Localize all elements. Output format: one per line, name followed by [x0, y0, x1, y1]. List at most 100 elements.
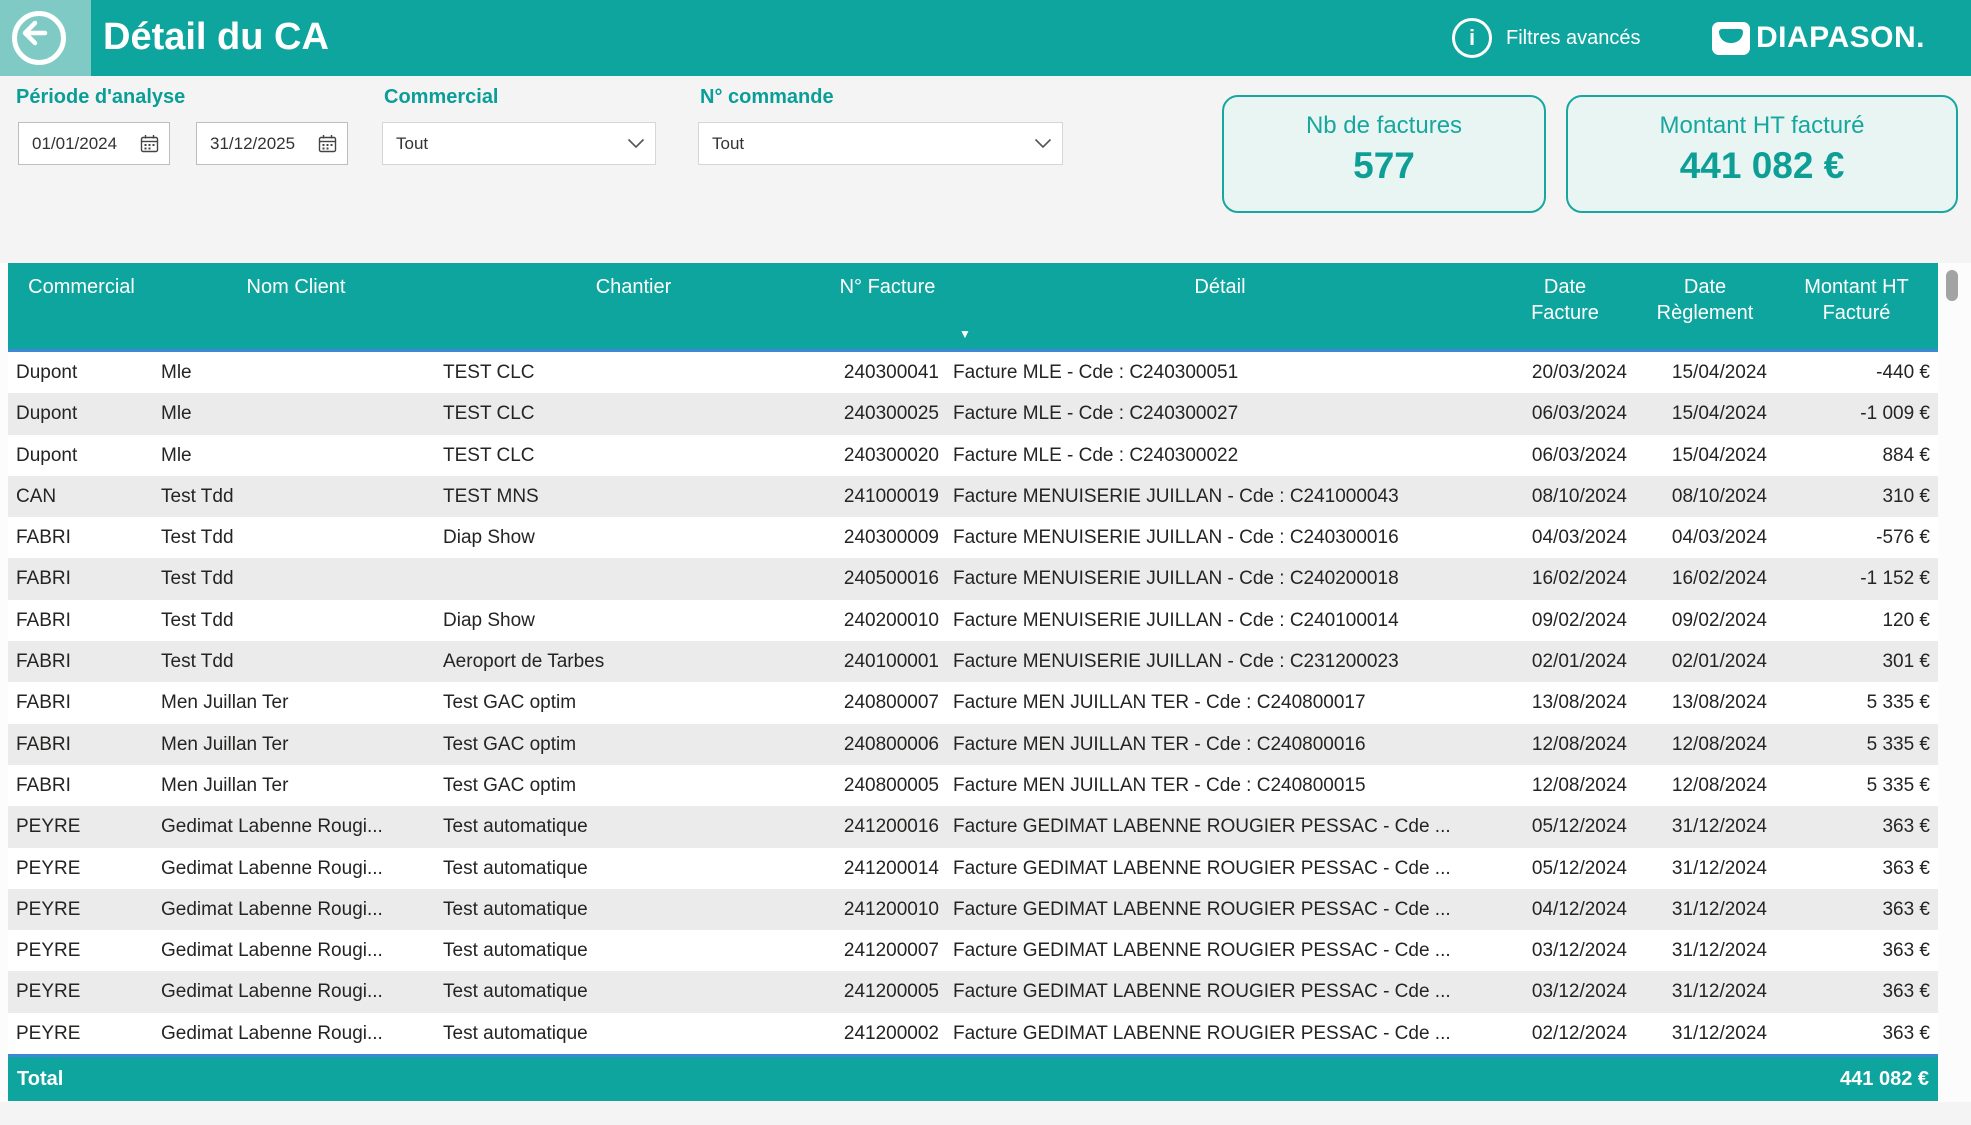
table-cell: Test automatique	[437, 1013, 830, 1054]
column-header-line1: Nom Client	[155, 274, 437, 300]
table-cell: 241200016	[830, 806, 945, 847]
table-cell: 20/03/2024	[1495, 352, 1635, 393]
table-cell: 31/12/2024	[1635, 1013, 1775, 1054]
date-to-input[interactable]: 31/12/2025	[196, 122, 348, 165]
chevron-down-icon	[1034, 138, 1052, 149]
table-cell: 03/12/2024	[1495, 971, 1635, 1012]
table-cell: Facture GEDIMAT LABENNE ROUGIER PESSAC -…	[945, 806, 1495, 847]
table-cell: 04/03/2024	[1635, 517, 1775, 558]
table-cell: FABRI	[8, 641, 155, 682]
back-button[interactable]	[0, 0, 91, 76]
table-cell: Gedimat Labenne Rougi...	[155, 971, 437, 1012]
table-cell: PEYRE	[8, 848, 155, 889]
kpi-value: 441 082 €	[1568, 145, 1956, 187]
table-cell: Diap Show	[437, 517, 830, 558]
commande-dropdown[interactable]: Tout	[698, 122, 1063, 165]
table-row[interactable]: FABRITest TddAeroport de Tarbes240100001…	[8, 641, 1938, 682]
table-row[interactable]: FABRITest TddDiap Show240200010Facture M…	[8, 600, 1938, 641]
date-from-input[interactable]: 01/01/2024	[18, 122, 170, 165]
column-header-line1: Montant HT	[1775, 274, 1938, 300]
column-header-line1: Date	[1635, 274, 1775, 300]
table-cell: 5 335 €	[1775, 765, 1938, 806]
table-cell: 363 €	[1775, 806, 1938, 847]
table-row[interactable]: FABRIMen Juillan TerTest GAC optim240800…	[8, 765, 1938, 806]
table-cell: 241200014	[830, 848, 945, 889]
table-cell: Facture GEDIMAT LABENNE ROUGIER PESSAC -…	[945, 848, 1495, 889]
table-scrollbar-thumb[interactable]	[1946, 270, 1958, 301]
table-row[interactable]: PEYREGedimat Labenne Rougi...Test automa…	[8, 806, 1938, 847]
column-header-line2: Facturé	[1775, 300, 1938, 326]
table-cell: 03/12/2024	[1495, 930, 1635, 971]
table-row[interactable]: PEYREGedimat Labenne Rougi...Test automa…	[8, 889, 1938, 930]
table-cell: 31/12/2024	[1635, 971, 1775, 1012]
table-cell: 240200010	[830, 600, 945, 641]
column-header[interactable]: DateFacture	[1495, 263, 1635, 349]
kpi-label: Nb de factures	[1224, 112, 1544, 140]
commercial-value: Tout	[396, 134, 428, 154]
table-row[interactable]: CANTest TddTEST MNS241000019Facture MENU…	[8, 476, 1938, 517]
table-row[interactable]: DupontMleTEST CLC240300041Facture MLE - …	[8, 352, 1938, 393]
table-cell: 120 €	[1775, 600, 1938, 641]
table-cell: Mle	[155, 352, 437, 393]
table-cell: -576 €	[1775, 517, 1938, 558]
column-header[interactable]: Détail	[945, 263, 1495, 349]
table-cell	[437, 558, 830, 599]
column-header[interactable]: N° Facture	[830, 263, 945, 349]
table-cell: 16/02/2024	[1495, 558, 1635, 599]
commercial-dropdown[interactable]: Tout	[382, 122, 656, 165]
table-cell: Facture GEDIMAT LABENNE ROUGIER PESSAC -…	[945, 971, 1495, 1012]
period-label: Période d'analyse	[16, 86, 185, 109]
table-cell: Test GAC optim	[437, 682, 830, 723]
table-row[interactable]: FABRITest TddDiap Show240300009Facture M…	[8, 517, 1938, 558]
table-cell: 240800007	[830, 682, 945, 723]
commande-value: Tout	[712, 134, 744, 154]
table-cell: 06/03/2024	[1495, 393, 1635, 434]
table-row[interactable]: DupontMleTEST CLC240300020Facture MLE - …	[8, 435, 1938, 476]
table-cell: 5 335 €	[1775, 682, 1938, 723]
table-cell: 04/03/2024	[1495, 517, 1635, 558]
advanced-filters-button[interactable]: i Filtres avancés	[1452, 0, 1641, 76]
table-cell: 02/01/2024	[1495, 641, 1635, 682]
table-cell: Facture MEN JUILLAN TER - Cde : C2408000…	[945, 724, 1495, 765]
table-row[interactable]: PEYREGedimat Labenne Rougi...Test automa…	[8, 971, 1938, 1012]
column-header[interactable]: Nom Client	[155, 263, 437, 349]
table-cell: 05/12/2024	[1495, 806, 1635, 847]
table-cell: Facture MEN JUILLAN TER - Cde : C2408000…	[945, 765, 1495, 806]
table-cell: 240300041	[830, 352, 945, 393]
column-header[interactable]: Chantier	[437, 263, 830, 349]
table-cell: PEYRE	[8, 930, 155, 971]
table-cell: 09/02/2024	[1495, 600, 1635, 641]
table-cell: Test automatique	[437, 806, 830, 847]
table-cell: FABRI	[8, 558, 155, 599]
table-cell: 09/02/2024	[1635, 600, 1775, 641]
table-cell: FABRI	[8, 724, 155, 765]
table-cell: 31/12/2024	[1635, 806, 1775, 847]
column-header[interactable]: Montant HTFacturé	[1775, 263, 1938, 349]
table-row[interactable]: FABRIMen Juillan TerTest GAC optim240800…	[8, 682, 1938, 723]
table-cell: FABRI	[8, 600, 155, 641]
table-cell: 15/04/2024	[1635, 352, 1775, 393]
table-cell: FABRI	[8, 765, 155, 806]
table-row[interactable]: PEYREGedimat Labenne Rougi...Test automa…	[8, 1013, 1938, 1054]
table-row[interactable]: FABRIMen Juillan TerTest GAC optim240800…	[8, 724, 1938, 765]
table-cell: Diap Show	[437, 600, 830, 641]
kpi-value: 577	[1224, 145, 1544, 187]
total-label: Total	[17, 1068, 63, 1091]
table-cell: 240100001	[830, 641, 945, 682]
column-header[interactable]: DateRèglement	[1635, 263, 1775, 349]
table-cell: Test automatique	[437, 930, 830, 971]
table-cell: Men Juillan Ter	[155, 765, 437, 806]
table-cell: 06/03/2024	[1495, 435, 1635, 476]
table-row[interactable]: PEYREGedimat Labenne Rougi...Test automa…	[8, 848, 1938, 889]
table-cell: 240500016	[830, 558, 945, 599]
sort-descending-icon[interactable]: ▼	[953, 327, 977, 341]
table-row[interactable]: FABRITest Tdd240500016Facture MENUISERIE…	[8, 558, 1938, 599]
table-cell: 31/12/2024	[1635, 930, 1775, 971]
table-cell: Facture MENUISERIE JUILLAN - Cde : C2312…	[945, 641, 1495, 682]
table-cell: 04/12/2024	[1495, 889, 1635, 930]
table-cell: Gedimat Labenne Rougi...	[155, 848, 437, 889]
table-row[interactable]: PEYREGedimat Labenne Rougi...Test automa…	[8, 930, 1938, 971]
table-row[interactable]: DupontMleTEST CLC240300025Facture MLE - …	[8, 393, 1938, 434]
column-header[interactable]: Commercial	[8, 263, 155, 349]
table-cell: Dupont	[8, 435, 155, 476]
